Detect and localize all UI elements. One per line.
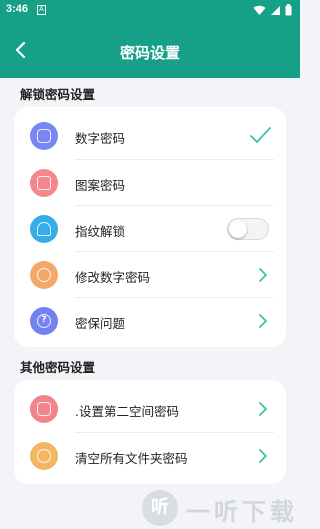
question-icon: ? bbox=[30, 307, 58, 335]
signal-icon bbox=[271, 5, 280, 15]
edit-icon bbox=[30, 261, 58, 289]
status-bar: 3:46 A bbox=[0, 0, 300, 22]
list-item-pattern-password[interactable]: 图案密码 bbox=[14, 160, 286, 206]
unlock-settings-card: 数字密码 图案密码 指纹解锁 修改数字密码 ? 密保问题 bbox=[14, 107, 286, 347]
list-item-second-space-password[interactable]: .设置第二空间密码 bbox=[14, 386, 286, 432]
toggle-knob bbox=[229, 220, 247, 238]
fingerprint-icon bbox=[30, 215, 58, 243]
chevron-right-icon bbox=[259, 314, 267, 328]
other-settings-card: .设置第二空间密码 清空所有文件夹密码 bbox=[14, 380, 286, 484]
list-item-fingerprint-unlock: 指纹解锁 bbox=[14, 206, 286, 252]
list-item-numeric-password[interactable]: 数字密码 bbox=[14, 113, 286, 159]
item-label: 修改数字密码 bbox=[75, 270, 151, 285]
status-icons bbox=[253, 4, 292, 16]
chevron-right-icon bbox=[259, 268, 267, 282]
status-time: 3:46 bbox=[6, 3, 29, 15]
wifi-icon bbox=[253, 5, 266, 15]
list-item-clear-folder-passwords[interactable]: 清空所有文件夹密码 bbox=[14, 433, 286, 479]
watermark-text: 一听下载 bbox=[186, 498, 298, 526]
fingerprint-toggle[interactable] bbox=[227, 218, 269, 240]
second-space-icon bbox=[30, 395, 58, 423]
chevron-right-icon bbox=[259, 449, 267, 463]
item-label: 指纹解锁 bbox=[75, 224, 126, 239]
chevron-right-icon bbox=[259, 402, 267, 416]
list-item-security-question[interactable]: ? 密保问题 bbox=[14, 298, 286, 344]
battery-icon bbox=[285, 4, 292, 16]
item-label: 数字密码 bbox=[75, 131, 126, 146]
app-bar: 密码设置 bbox=[0, 22, 300, 78]
item-label: 图案密码 bbox=[75, 178, 126, 193]
notification-icon: A bbox=[37, 5, 46, 15]
keypad-icon bbox=[30, 122, 58, 150]
page-title: 密码设置 bbox=[119, 44, 180, 62]
item-label: .设置第二空间密码 bbox=[75, 404, 179, 419]
section-title-unlock: 解锁密码设置 bbox=[20, 87, 96, 102]
clear-icon bbox=[30, 442, 58, 470]
watermark: 听 一听下载 bbox=[142, 488, 300, 528]
check-icon bbox=[250, 127, 271, 143]
section-title-other: 其他密码设置 bbox=[20, 360, 96, 375]
pattern-icon bbox=[30, 169, 58, 197]
list-item-change-numeric-password[interactable]: 修改数字密码 bbox=[14, 252, 286, 298]
item-label: 密保问题 bbox=[75, 316, 126, 331]
item-label: 清空所有文件夹密码 bbox=[75, 451, 188, 466]
watermark-logo: 听 bbox=[142, 490, 178, 526]
